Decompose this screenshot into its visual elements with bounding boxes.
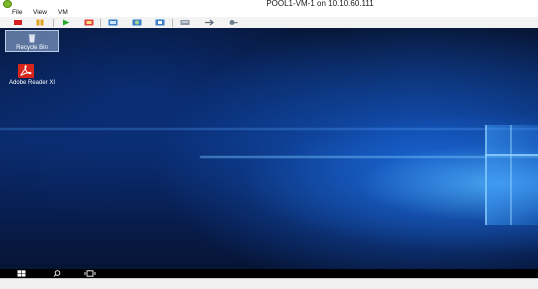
task-view-icon[interactable]: [84, 270, 96, 277]
menu-vm[interactable]: VM: [58, 9, 68, 16]
wallpaper-light-beam: [0, 128, 538, 130]
settings-icon[interactable]: [228, 19, 238, 26]
desktop-icon-adobe-reader[interactable]: Adobe Reader XI: [4, 64, 60, 94]
toolbar-separator: [53, 19, 54, 27]
windows-taskbar: [0, 269, 538, 278]
stop-icon[interactable]: [13, 19, 23, 26]
desktop-icon-label: Adobe Reader XI: [8, 80, 56, 86]
console-statusbar: [0, 278, 538, 289]
recycle-bin-icon: [28, 34, 36, 43]
toolbar-separator: [172, 19, 173, 27]
toolbar-separator: [100, 19, 101, 27]
desktop-icon-recycle-bin[interactable]: Recycle Bin: [5, 30, 59, 52]
xencenter-console-icon: [3, 0, 12, 8]
vm-console-screen[interactable]: Recycle Bin Adobe Reader XI: [0, 28, 538, 278]
wallpaper-logo-bar: [510, 125, 512, 225]
manage-snapshots-icon[interactable]: [155, 19, 165, 26]
desktop-icon-label: Recycle Bin: [16, 45, 48, 51]
menu-file[interactable]: File: [12, 9, 22, 16]
revert-icon[interactable]: [132, 19, 142, 26]
menubar: File View VM: [0, 9, 538, 17]
adobe-reader-icon: [18, 64, 34, 78]
pause-icon[interactable]: [35, 19, 45, 26]
menu-view[interactable]: View: [33, 9, 47, 16]
reset-icon[interactable]: [84, 19, 94, 26]
window-title: POOL1-VM-1 on 10.10.60.111: [266, 0, 374, 8]
send-keys-icon[interactable]: [180, 19, 190, 26]
snapshot-icon[interactable]: [108, 19, 118, 26]
search-icon[interactable]: [52, 270, 62, 277]
usb-icon[interactable]: [204, 19, 214, 26]
play-icon[interactable]: [61, 19, 71, 26]
windows-start-icon[interactable]: [17, 270, 26, 277]
